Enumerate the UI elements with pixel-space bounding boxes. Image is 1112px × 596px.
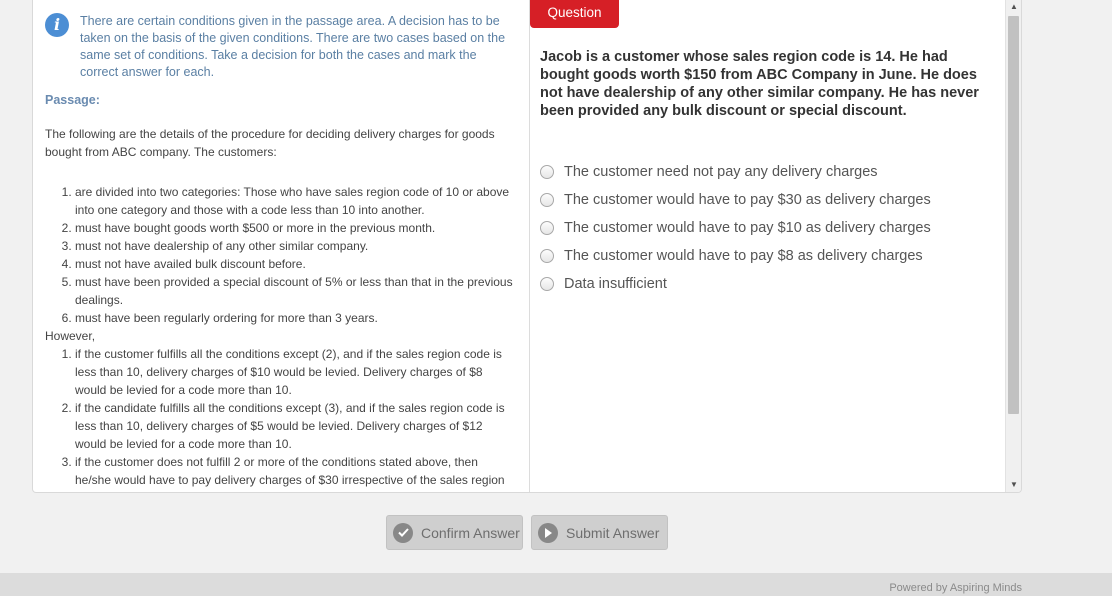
scroll-thumb[interactable]	[1008, 16, 1019, 414]
confirm-answer-label: Confirm Answer	[421, 524, 520, 541]
passage-pane[interactable]: i There are certain conditions given in …	[33, 0, 530, 492]
answer-option-5[interactable]: Data insufficient	[540, 270, 980, 298]
info-icon: i	[45, 13, 69, 37]
vertical-scrollbar[interactable]: ▲ ▼	[1005, 0, 1021, 492]
passage-body: The following are the details of the pro…	[45, 125, 513, 492]
radio-button[interactable]	[540, 221, 554, 235]
confirm-answer-button[interactable]: Confirm Answer	[386, 515, 523, 550]
option-label: Data insufficient	[564, 276, 667, 292]
scroll-up-arrow-icon[interactable]: ▲	[1006, 0, 1021, 14]
condition-item: must not have availed bulk discount befo…	[75, 255, 513, 273]
answer-option-1[interactable]: The customer need not pay any delivery c…	[540, 158, 980, 186]
passage-intro: The following are the details of the pro…	[45, 127, 495, 159]
play-icon	[538, 522, 558, 543]
condition-item: are divided into two categories: Those w…	[75, 183, 513, 219]
answer-option-2[interactable]: The customer would have to pay $30 as de…	[540, 186, 980, 214]
answer-option-3[interactable]: The customer would have to pay $10 as de…	[540, 214, 980, 242]
check-icon	[393, 522, 413, 543]
condition-item: must have been provided a special discou…	[75, 273, 513, 309]
exceptions-list: if the customer fulfills all the conditi…	[45, 345, 513, 492]
assessment-panel: i There are certain conditions given in …	[32, 0, 1022, 493]
conditions-list: are divided into two categories: Those w…	[45, 183, 513, 327]
question-pane: Question Jacob is a customer whose sales…	[530, 0, 1006, 492]
condition-item: must have bought goods worth $500 or mor…	[75, 219, 513, 237]
radio-button[interactable]	[540, 193, 554, 207]
question-tab: Question	[530, 0, 619, 28]
question-text: Jacob is a customer whose sales region c…	[540, 49, 979, 119]
answer-options: The customer need not pay any delivery c…	[540, 158, 980, 298]
exception-item: if the customer fulfills all the conditi…	[75, 345, 513, 399]
scroll-down-arrow-icon[interactable]: ▼	[1006, 478, 1021, 492]
exception-item: if the customer does not fulfill 2 or mo…	[75, 453, 513, 492]
option-label: The customer would have to pay $8 as del…	[564, 248, 923, 264]
passage-label: Passage:	[45, 93, 100, 107]
condition-item: must have been regularly ordering for mo…	[75, 309, 513, 327]
instructions-text: There are certain conditions given in th…	[80, 14, 506, 79]
radio-button[interactable]	[540, 277, 554, 291]
answer-option-4[interactable]: The customer would have to pay $8 as del…	[540, 242, 980, 270]
however-label: However,	[45, 329, 96, 343]
radio-button[interactable]	[540, 165, 554, 179]
option-label: The customer would have to pay $30 as de…	[564, 192, 931, 208]
option-label: The customer need not pay any delivery c…	[564, 164, 878, 180]
condition-item: must not have dealership of any other si…	[75, 237, 513, 255]
submit-answer-button[interactable]: Submit Answer	[531, 515, 668, 550]
exception-item: if the candidate fulfills all the condit…	[75, 399, 513, 453]
option-label: The customer would have to pay $10 as de…	[564, 220, 931, 236]
footer: Powered by Aspiring Minds	[0, 573, 1112, 596]
submit-answer-label: Submit Answer	[566, 524, 660, 541]
radio-button[interactable]	[540, 249, 554, 263]
powered-by-text: Powered by Aspiring Minds	[889, 582, 1022, 594]
